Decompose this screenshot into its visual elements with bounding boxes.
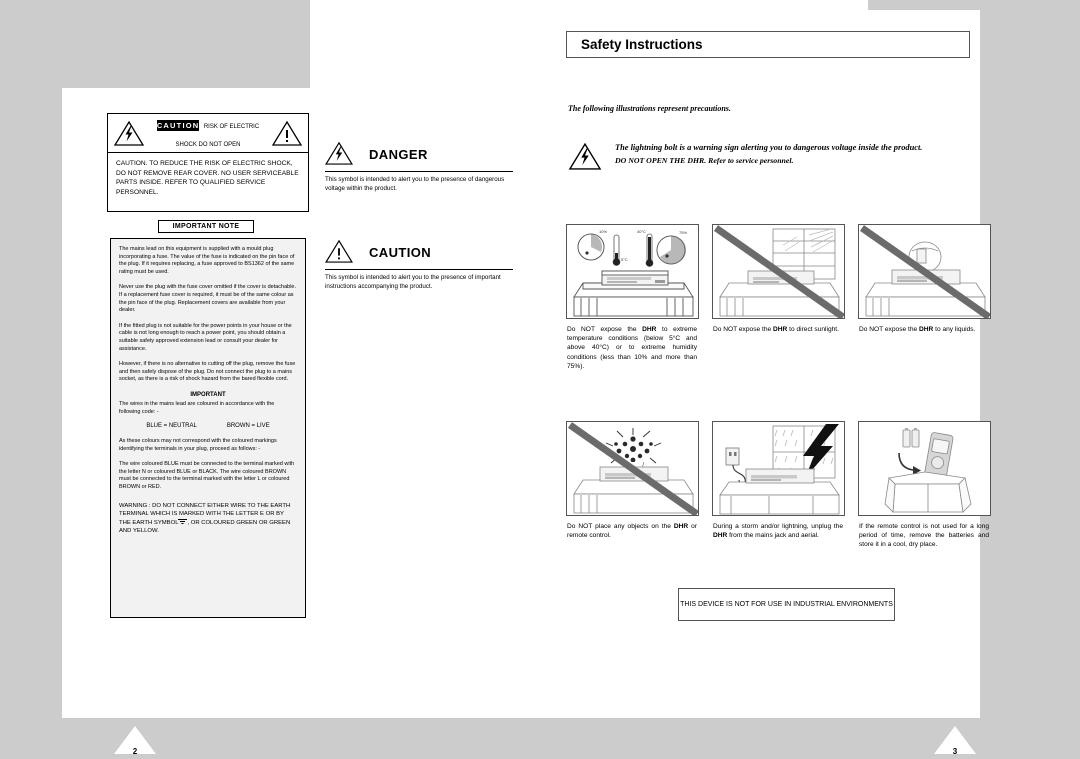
background-band-left	[0, 0, 55, 759]
earth-warning-paragraph: WARNING : DO NOT CONNECT EITHER WIRE TO …	[119, 502, 297, 535]
remote-storage-illustration	[858, 421, 991, 516]
page-number-left-text: 2	[132, 747, 138, 756]
lightning-bolt-warning-text: The lightning bolt is a warning sign ale…	[615, 142, 922, 167]
liquids-illustration	[858, 224, 991, 319]
svg-text:75%: 75%	[679, 230, 687, 235]
manual-page-spread: CAUTION RISK OF ELECTRIC SHOCK DO NOT OP…	[0, 0, 1080, 759]
caution-word: CAUTION	[369, 244, 432, 260]
intro-text: The following illustrations represent pr…	[568, 104, 731, 113]
caption-post: to direct sunlight.	[787, 326, 839, 333]
important-note-title: IMPORTANT NOTE	[158, 220, 254, 233]
precaution-caption: Do NOT expose the DHR to direct sunlight…	[712, 319, 845, 421]
important-note-box: The mains lead on this equipment is supp…	[110, 238, 306, 618]
caution-header-text: CAUTION	[156, 120, 200, 131]
background-band-right	[1013, 0, 1080, 759]
caption-pre: During a storm and/or lightning, unplug …	[713, 523, 843, 530]
page-number-right: 3	[932, 726, 978, 759]
lightning-bolt-triangle-icon	[114, 120, 144, 146]
caution-subtitle-line1: RISK OF ELECTRIC	[203, 124, 260, 130]
background-band-bottom	[55, 714, 1013, 759]
precaution-cell: 10% 75% 5°C 40°C Do NOT expose the DHR t…	[566, 224, 699, 421]
svg-text:40°C: 40°C	[637, 229, 646, 234]
wire-code-intro: The wires in the mains lead are coloured…	[119, 400, 275, 415]
svg-text:10%: 10%	[599, 229, 607, 234]
caution-body-text: CAUTION. TO REDUCE THE RISK OF ELECTRIC …	[116, 160, 299, 196]
caption-pre: Do NOT expose the	[713, 326, 773, 333]
temperature-humidity-illustration: 10% 75% 5°C 40°C	[566, 224, 699, 319]
caption-pre: Do NOT expose the	[567, 326, 643, 333]
wire-colour-codes: BLUE = NEUTRAL BROWN = LIVE	[119, 423, 297, 429]
caution-description: This symbol is intended to alert you to …	[325, 274, 501, 290]
danger-word: DANGER	[369, 146, 428, 162]
danger-symbol-block: DANGER This symbol is intended to alert …	[325, 140, 513, 193]
bolt-warning-line1: The lightning bolt is a warning sign ale…	[615, 143, 923, 152]
caption-bold: DHR	[713, 532, 728, 540]
caption-pre: Do NOT place any objects on the	[567, 523, 674, 530]
colours-paragraph: As these colours may not correspond with…	[119, 438, 277, 452]
caution-row: CAUTION	[325, 238, 513, 266]
industrial-use-notice: THIS DEVICE IS NOT FOR USE IN INDUSTRIAL…	[678, 588, 895, 621]
caution-label-block: CAUTION RISK OF ELECTRIC SHOCK DO NOT OP…	[151, 115, 265, 151]
caption-bold: DHR	[642, 326, 657, 333]
precaution-grid: 10% 75% 5°C 40°C Do NOT expose the DHR t…	[566, 224, 992, 618]
lightning-bolt-triangle-icon	[325, 141, 355, 167]
caption-bold: DHR	[918, 326, 934, 333]
exclamation-triangle-icon	[272, 120, 302, 146]
caption-pre: Do NOT expose the	[859, 326, 919, 333]
code-brown-live: BROWN = LIVE	[226, 423, 270, 430]
important-subheading: IMPORTANT	[190, 391, 226, 398]
bolt-warning-line2: DO NOT OPEN THE DHR. Refer to service pe…	[615, 155, 794, 165]
storm-lightning-illustration	[712, 421, 845, 516]
caption-bold: DHR	[673, 523, 689, 530]
page-title: Safety Instructions	[566, 31, 970, 58]
code-blue-neutral: BLUE = NEUTRAL	[146, 423, 197, 430]
lightning-bolt-triangle-icon	[568, 142, 602, 170]
danger-description: This symbol is intended to alert you to …	[325, 176, 505, 192]
danger-row: DANGER	[325, 140, 513, 168]
precaution-caption: Do NOT expose the DHR to any liquids.	[858, 319, 991, 421]
important-note-paragraph-3: If the fitted plug is not suitable for t…	[119, 322, 292, 352]
page-number-left: 2	[112, 726, 158, 759]
important-note-paragraph-1: The mains lead on this equipment is supp…	[119, 246, 295, 275]
exclamation-triangle-icon	[325, 239, 355, 265]
caption-post: from the mains jack and aerial.	[727, 532, 819, 540]
direct-sunlight-illustration	[712, 224, 845, 319]
page-number-right-text: 3	[952, 747, 958, 756]
precaution-cell: Do NOT expose the DHR to any liquids.	[858, 224, 991, 421]
caption-pre: If the remote control is not used for a …	[859, 523, 989, 549]
important-note-paragraph-4: However, if there is no alternative to c…	[119, 361, 296, 383]
important-note-paragraph-2: Never use the plug with the fuse cover o…	[119, 284, 297, 314]
wire-connection-paragraph: The wire coloured BLUE must be connected…	[119, 461, 295, 491]
svg-text:5°C: 5°C	[621, 257, 628, 262]
precaution-caption: Do NOT expose the DHR to extreme tempera…	[566, 319, 699, 421]
caution-box-header-row: CAUTION RISK OF ELECTRIC SHOCK DO NOT OP…	[108, 114, 308, 153]
lightning-bolt-warning: The lightning bolt is a warning sign ale…	[568, 142, 988, 170]
caution-symbol-block: CAUTION This symbol is intended to alert…	[325, 238, 513, 291]
caution-subtitle-line2: SHOCK DO NOT OPEN	[175, 142, 241, 148]
caption-bold: DHR	[772, 326, 788, 333]
electric-shock-caution-box: CAUTION RISK OF ELECTRIC SHOCK DO NOT OP…	[107, 113, 309, 212]
objects-on-device-illustration	[566, 421, 699, 516]
precaution-cell: Do NOT expose the DHR to direct sunlight…	[712, 224, 845, 421]
caption-post: to any liquids.	[933, 326, 976, 333]
